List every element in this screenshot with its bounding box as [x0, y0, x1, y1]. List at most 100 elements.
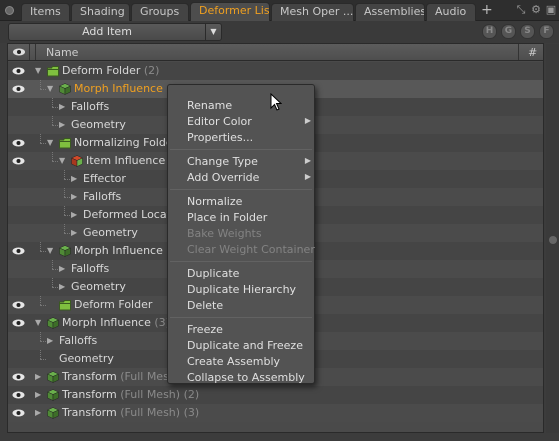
collapsed-arrow-icon[interactable]: ▶	[35, 407, 45, 419]
collapsed-arrow-icon[interactable]: ▶	[47, 335, 57, 347]
collapsed-arrow-icon[interactable]: ▶	[35, 371, 45, 383]
item-name: Morph Influence	[74, 82, 163, 95]
eye-icon[interactable]	[12, 156, 25, 166]
eye-icon	[13, 48, 25, 56]
header-visibility-column[interactable]	[8, 44, 30, 60]
folder-icon	[59, 137, 71, 149]
panel-grip-icon[interactable]	[2, 2, 16, 19]
folder-icon	[59, 299, 71, 311]
transform-cube-icon	[46, 407, 60, 419]
tree-row[interactable]: ▶ Transform (Full Mesh) (3)	[8, 404, 543, 422]
menu-item-label: Change Type	[187, 155, 258, 168]
collapsed-arrow-icon[interactable]: ▶	[71, 209, 81, 221]
tree-row-label: Deform Folder (2)	[62, 64, 159, 77]
item-name: Geometry	[83, 226, 138, 239]
expanded-arrow-icon[interactable]: ▼	[59, 155, 69, 167]
add-item-button[interactable]: Add Item ▼	[8, 23, 222, 41]
collapsed-arrow-icon[interactable]: ▶	[71, 173, 81, 185]
eye-icon[interactable]	[12, 246, 25, 256]
menu-item-duplicate-and-freeze[interactable]: Duplicate and Freeze	[168, 338, 314, 354]
filter-h-button[interactable]: H	[482, 24, 497, 39]
collapsed-arrow-icon[interactable]: ▶	[59, 281, 69, 293]
expanded-arrow-icon[interactable]: ▼	[47, 83, 57, 95]
menu-item-collapse-to-assembly[interactable]: Collapse to Assembly	[168, 370, 314, 386]
tab-mesh-operations[interactable]: Mesh Oper ...	[271, 3, 354, 21]
tree-row[interactable]: ▼ Deform Folder (2)	[8, 62, 543, 80]
collapsed-arrow-icon[interactable]: ▶	[59, 119, 69, 131]
menu-item-normalize[interactable]: Normalize	[168, 194, 314, 210]
expanded-arrow-icon[interactable]: ▼	[47, 137, 57, 149]
morph-cube-icon	[58, 83, 72, 95]
tree-row-label: Geometry	[71, 280, 126, 293]
tab-groups[interactable]: Groups	[131, 3, 189, 21]
menu-item-change-type[interactable]: Change Type ▶	[168, 154, 314, 170]
header-count[interactable]: #	[528, 46, 537, 59]
eye-icon[interactable]	[12, 318, 25, 328]
tab-assemblies[interactable]: Assemblies	[355, 3, 425, 21]
expanded-arrow-icon[interactable]: ▼	[35, 317, 45, 329]
item-name: Deform Folder	[62, 64, 141, 77]
eye-icon[interactable]	[12, 390, 25, 400]
toolbar: Add Item ▼ H G S F	[0, 21, 559, 43]
menu-item-label: Clear Weight Container	[187, 243, 315, 256]
collapsed-arrow-icon[interactable]: ▶	[71, 227, 81, 239]
item-suffix: (Full Mesh) (3)	[120, 406, 200, 419]
transform-cube-icon	[46, 389, 60, 401]
expanded-arrow-icon[interactable]: ▼	[47, 245, 57, 257]
menu-item-add-override[interactable]: Add Override ▶	[168, 170, 314, 186]
collapsed-arrow-icon[interactable]: ▶	[71, 191, 81, 203]
scrollbar-handle[interactable]	[549, 236, 557, 244]
menu-item-delete[interactable]: Delete	[168, 298, 314, 314]
eye-icon[interactable]	[12, 300, 25, 310]
tree-row-label: Falloffs	[59, 334, 97, 347]
menu-item-label: Bake Weights	[187, 227, 262, 240]
tree-row[interactable]: ▶ Transform (Full Mesh) (2)	[8, 386, 543, 404]
list-header: Name #	[8, 44, 543, 61]
menu-item-label: Delete	[187, 299, 224, 312]
eye-icon[interactable]	[12, 408, 25, 418]
tree-row-label: Falloffs	[71, 100, 109, 113]
menu-item-rename[interactable]: Rename	[168, 98, 314, 114]
tab-items[interactable]: Items	[21, 3, 70, 21]
filter-s-button[interactable]: S	[520, 24, 535, 39]
item-name: Geometry	[59, 352, 114, 365]
add-tab-button[interactable]: +	[481, 2, 493, 18]
expand-panel-icon[interactable]: ⤡	[515, 3, 527, 16]
close-icon[interactable]: ▣	[545, 3, 557, 16]
menu-item-label: Add Override	[187, 171, 260, 184]
header-name[interactable]: Name	[46, 46, 78, 59]
tab-audio[interactable]: Audio	[426, 3, 476, 21]
menu-item-label: Rename	[187, 99, 233, 112]
folder-icon	[47, 65, 59, 77]
tab-deformer-list[interactable]: Deformer List	[190, 2, 270, 21]
eye-icon[interactable]	[12, 84, 25, 94]
menu-item-duplicate-hierarchy[interactable]: Duplicate Hierarchy	[168, 282, 314, 298]
expanded-arrow-icon[interactable]: ▼	[35, 65, 45, 77]
menu-item-label: Editor Color	[187, 115, 252, 128]
menu-separator	[170, 317, 312, 318]
collapsed-arrow-icon[interactable]: ▶	[59, 101, 69, 113]
menu-item-create-assembly[interactable]: Create Assembly	[168, 354, 314, 370]
menu-item-place-in-folder[interactable]: Place in Folder	[168, 210, 314, 226]
filter-f-button[interactable]: F	[539, 24, 554, 39]
item-name: Morph Influence	[74, 244, 163, 257]
chevron-down-icon[interactable]: ▼	[205, 24, 221, 40]
eye-icon[interactable]	[12, 138, 25, 148]
menu-item-properties[interactable]: Properties...	[168, 130, 314, 146]
tree-row-label: Geometry	[71, 118, 126, 131]
menu-item-label: Normalize	[187, 195, 243, 208]
menu-item-label: Freeze	[187, 323, 223, 336]
mouse-cursor-icon	[270, 93, 282, 111]
menu-item-freeze[interactable]: Freeze	[168, 322, 314, 338]
collapsed-arrow-icon[interactable]: ▶	[59, 263, 69, 275]
eye-icon[interactable]	[12, 372, 25, 382]
menu-item-duplicate[interactable]: Duplicate	[168, 266, 314, 282]
tab-shading[interactable]: Shading	[71, 3, 130, 21]
eye-icon[interactable]	[12, 66, 25, 76]
collapsed-arrow-icon[interactable]: ▶	[35, 389, 45, 401]
add-item-label: Add Item	[82, 25, 132, 38]
item-name: Morph Influence	[62, 316, 151, 329]
filter-g-button[interactable]: G	[501, 24, 516, 39]
gear-icon[interactable]: ⚙	[530, 3, 542, 16]
menu-item-editor-color[interactable]: Editor Color ▶	[168, 114, 314, 130]
